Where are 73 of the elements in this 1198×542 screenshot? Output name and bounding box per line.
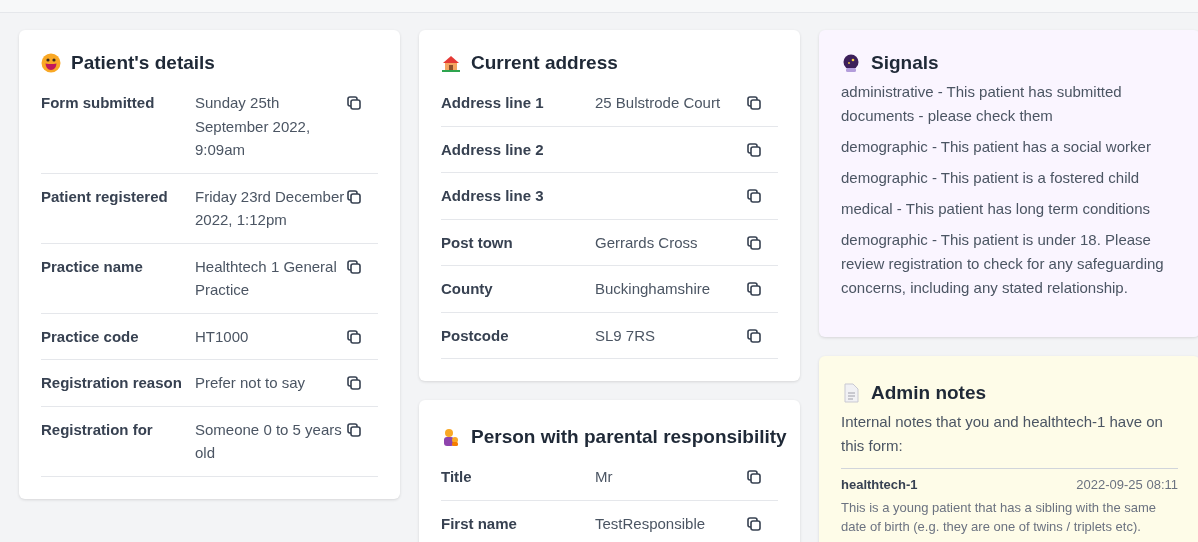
house-icon xyxy=(441,53,461,73)
copy-icon xyxy=(747,282,761,296)
crystal-ball-icon xyxy=(841,53,861,73)
card-title: Signals xyxy=(871,52,939,74)
copy-icon xyxy=(747,235,761,250)
field-label: Patient registered xyxy=(41,186,169,207)
field-label: Registration reason xyxy=(41,373,183,393)
copy-button[interactable] xyxy=(747,142,761,157)
copy-button[interactable] xyxy=(747,328,761,343)
field-label: Address line 2 xyxy=(441,139,545,160)
card-title: Current address xyxy=(471,52,618,74)
card-title: Person with parental responsibility xyxy=(471,426,787,448)
field-label: Address line 1 xyxy=(441,93,545,113)
field-value: Sunday 25th September 2022, 9:09am xyxy=(195,93,312,160)
copy-icon xyxy=(747,142,761,157)
field-label: Address line 3 xyxy=(441,186,545,206)
copy-button[interactable] xyxy=(347,376,361,390)
field-value: TestResponsible xyxy=(595,513,707,534)
signal-text: medical - This patient has long term conditions xyxy=(841,199,1152,219)
copy-button[interactable] xyxy=(747,516,761,531)
copy-button[interactable] xyxy=(747,96,761,110)
field-label: Practice code xyxy=(41,326,140,347)
copy-icon xyxy=(747,470,761,484)
field-label: Form submitted xyxy=(41,93,156,113)
copy-icon xyxy=(347,189,361,204)
field-label: Title xyxy=(441,467,473,487)
note-time: 2022-09-25 08:11 xyxy=(1076,476,1178,494)
field-value: Gerrards Cross xyxy=(595,232,699,253)
person-with-child-icon xyxy=(441,427,461,447)
copy-icon xyxy=(747,516,761,531)
field-value: SL9 7RS xyxy=(595,325,657,346)
copy-icon xyxy=(347,422,361,437)
copy-icon xyxy=(747,328,761,343)
card-title: Admin notes xyxy=(871,382,987,404)
smiley-icon xyxy=(41,53,61,73)
document-icon xyxy=(841,383,861,403)
copy-icon xyxy=(347,376,361,390)
copy-button[interactable] xyxy=(347,422,361,437)
field-label: Post town xyxy=(441,232,514,253)
signal-text: demographic - This patient has a social worker xyxy=(841,137,1152,157)
copy-button[interactable] xyxy=(747,235,761,250)
note-author: healthtech-1 xyxy=(841,476,918,494)
field-label: Practice name xyxy=(41,256,144,277)
field-label: Registration for xyxy=(41,419,154,440)
copy-button[interactable] xyxy=(747,189,761,203)
signal-text: demographic - This patient is under 18. Please review registration to check for any safeguarding concerns, including any stated relationship. xyxy=(841,230,1165,298)
field-value: 25 Bulstrode Court xyxy=(595,93,722,113)
field-value: Prefer not to say xyxy=(195,373,307,393)
copy-button[interactable] xyxy=(747,470,761,484)
copy-button[interactable] xyxy=(347,96,361,110)
copy-icon xyxy=(347,329,361,344)
field-label: First name xyxy=(441,513,518,534)
field-label: County xyxy=(441,279,494,299)
copy-icon xyxy=(747,96,761,110)
field-value: Friday 23rd December 2022, 1:12pm xyxy=(195,186,346,230)
field-value: Buckinghamshire xyxy=(595,279,712,299)
field-value: Healthtech 1 General Practice xyxy=(195,256,338,300)
card-title: Patient's details xyxy=(71,52,215,74)
note-text: This is a young patient that has a sibling with the same date of birth (e.g. they are one of twins / triplets etc). xyxy=(841,499,1158,536)
field-value: Mr xyxy=(595,467,614,487)
copy-button[interactable] xyxy=(747,282,761,296)
copy-icon xyxy=(347,96,361,110)
field-value: HT1000 xyxy=(195,326,250,347)
signal-text: demographic - This patient is a fostered child xyxy=(841,168,1141,188)
copy-button[interactable] xyxy=(347,329,361,344)
field-label: Postcode xyxy=(441,325,510,346)
field-value: Someone 0 to 5 years old xyxy=(195,419,343,463)
copy-icon xyxy=(347,259,361,274)
notes-intro: Internal notes that you and healthtech-1 have on this form: xyxy=(841,410,1178,469)
signal-text: administrative - This patient has submitted documents - please check them xyxy=(841,82,1123,126)
copy-button[interactable] xyxy=(347,259,361,274)
copy-icon xyxy=(747,189,761,203)
copy-button[interactable] xyxy=(347,189,361,204)
